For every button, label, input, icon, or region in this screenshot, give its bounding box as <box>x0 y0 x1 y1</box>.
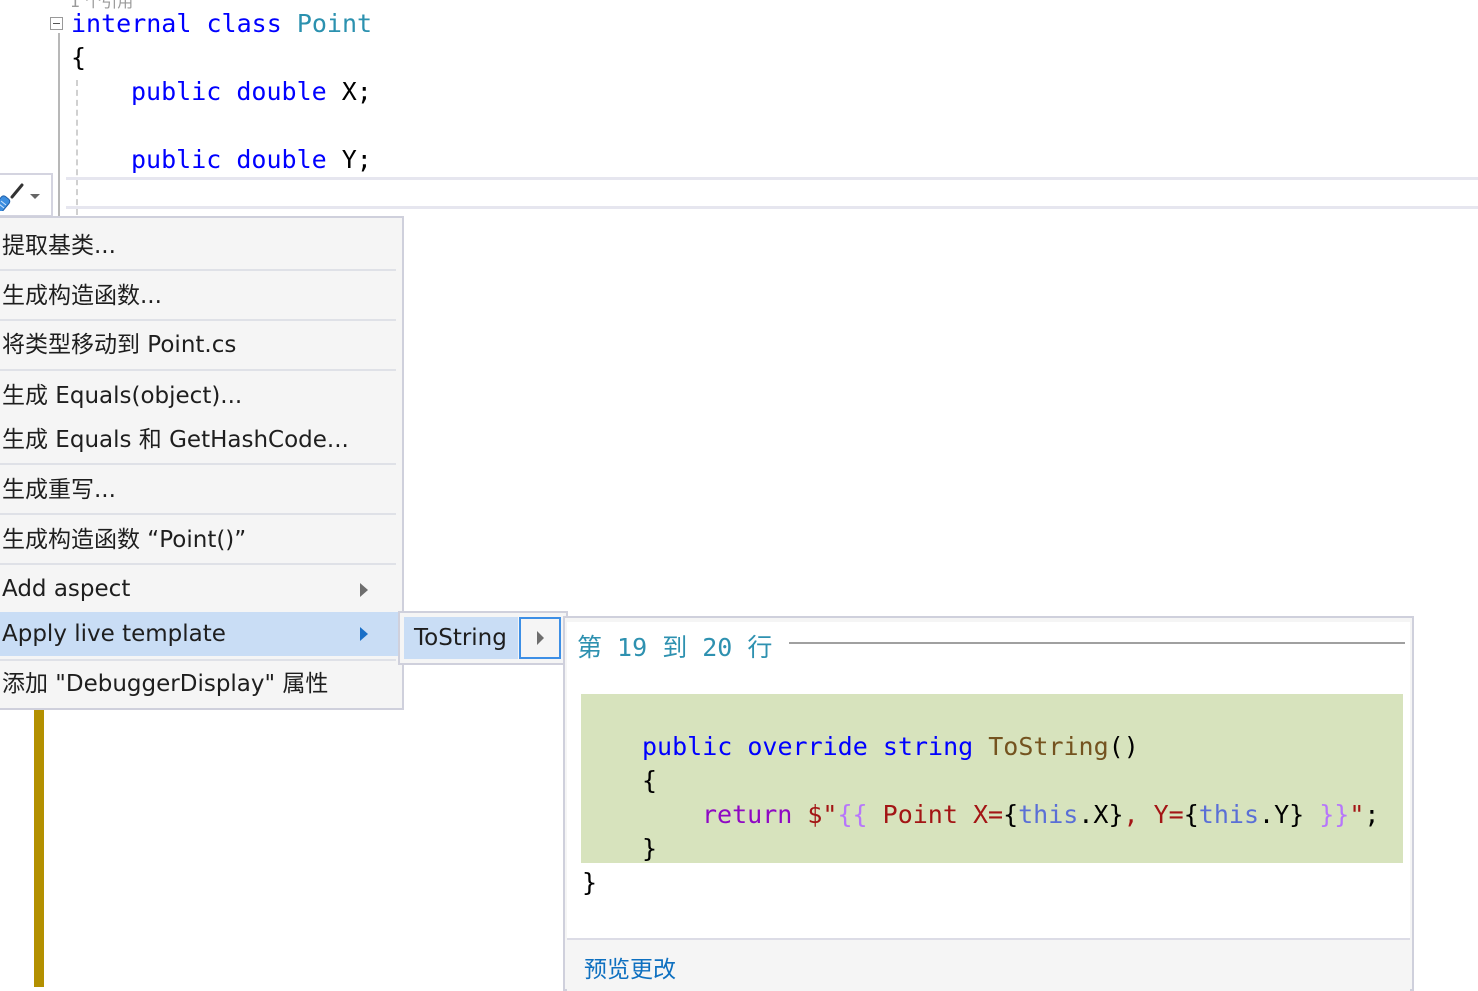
quick-actions-button[interactable] <box>0 173 53 217</box>
preview-line-range: 第 19 到 20 行 <box>577 633 773 662</box>
menu-item-label: 生成 Equals(object)... <box>2 383 243 409</box>
keyword-this: this <box>1198 800 1260 829</box>
current-line-highlight <box>66 177 1478 209</box>
expand-preview-button[interactable] <box>519 617 561 659</box>
added-code-highlight <box>581 694 1403 863</box>
method-name: ToString <box>988 732 1109 761</box>
string <box>1304 800 1319 829</box>
menu-item-generate-equals-hashcode[interactable]: 生成 Equals 和 GetHashCode... <box>0 420 400 460</box>
interp-brace: } <box>1289 800 1305 829</box>
live-template-submenu: ToString <box>398 611 568 665</box>
menu-separator <box>0 319 396 321</box>
keyword: public <box>131 145 222 174</box>
keyword: double <box>236 145 327 174</box>
menu-separator <box>0 563 396 565</box>
semicolon: ; <box>1364 800 1380 829</box>
screwdriver-icon <box>0 183 24 211</box>
keyword: override <box>747 732 868 761</box>
type-name: Point <box>296 9 373 38</box>
escape-sequence: }} <box>1319 800 1350 829</box>
preview-changes-link[interactable]: 预览更改 <box>584 950 676 984</box>
menu-item-generate-overrides[interactable]: 生成重写... <box>0 470 400 510</box>
menu-item-label: Add aspect <box>2 576 131 602</box>
menu-item-extract-base-class[interactable]: 提取基类... <box>0 226 400 266</box>
menu-item-move-type[interactable]: 将类型移动到 Point.cs <box>0 325 400 365</box>
preview-code-outer-close-brace: } <box>582 868 598 897</box>
menu-item-label: 添加 "DebuggerDisplay" 属性 <box>2 671 329 697</box>
code-line-field-x: public double X; <box>131 77 372 107</box>
keyword: return <box>702 800 793 829</box>
preview-footer: 预览更改 <box>567 938 1410 991</box>
menu-separator <box>0 659 396 661</box>
interp-brace: } <box>1108 800 1124 829</box>
preview-code-return: return $"{{ Point X={this.X}, Y={this.Y}… <box>702 798 1379 832</box>
menu-item-generate-constructor-point[interactable]: 生成构造函数 “Point()” <box>0 520 400 560</box>
keyword: double <box>236 77 327 106</box>
fold-guide <box>58 33 60 218</box>
code-line-field-y: public double Y; <box>131 145 372 175</box>
menu-item-generate-constructor[interactable]: 生成构造函数... <box>0 276 400 316</box>
menu-item-label: 生成 Equals 和 GetHashCode... <box>2 427 349 453</box>
menu-item-label: 生成重写... <box>2 477 116 503</box>
menu-item-label: 提取基类... <box>2 233 116 259</box>
member: .X <box>1078 800 1109 829</box>
menu-separator <box>0 369 396 371</box>
menu-item-apply-live-template[interactable]: Apply live template <box>0 612 400 656</box>
string: " <box>1349 800 1365 829</box>
escape-sequence: {{ <box>837 800 868 829</box>
submenu-item-label: ToString <box>414 625 507 651</box>
field-name: X; <box>341 77 372 106</box>
code-line-open-brace: { <box>71 43 87 72</box>
quick-actions-menu: 提取基类... 生成构造函数... 将类型移动到 Point.cs 生成 Equ… <box>0 216 404 710</box>
keyword: public <box>131 77 222 106</box>
member: .Y <box>1259 800 1290 829</box>
keyword: internal <box>71 9 192 38</box>
string: , Y= <box>1123 800 1184 829</box>
header-divider <box>789 642 1405 644</box>
interp-brace: { <box>1003 800 1019 829</box>
string: $" <box>807 800 838 829</box>
code-line-class-decl: internal class Point <box>71 9 372 39</box>
chevron-right-icon <box>360 627 368 641</box>
menu-item-add-aspect[interactable]: Add aspect <box>0 569 400 609</box>
preview-code-open-brace: { <box>642 766 658 795</box>
menu-item-label: 生成构造函数... <box>2 283 162 309</box>
change-tracking-bar <box>34 710 44 987</box>
menu-separator <box>0 269 396 271</box>
menu-separator <box>0 513 396 515</box>
preview-code-signature: public override string ToString() <box>642 730 1139 764</box>
collapse-icon[interactable] <box>50 17 63 30</box>
menu-separator <box>0 463 396 465</box>
parens: () <box>1108 732 1139 761</box>
preview-content: 第 19 到 20 行 public override string ToStr… <box>567 622 1410 938</box>
keyword-this: this <box>1018 800 1079 829</box>
string: Point X= <box>867 800 1004 829</box>
submenu-item-tostring[interactable]: ToString <box>404 617 518 659</box>
menu-item-label: 将类型移动到 Point.cs <box>2 332 237 358</box>
menu-item-add-debugger-display[interactable]: 添加 "DebuggerDisplay" 属性 <box>0 664 400 704</box>
preview-code-close-brace: } <box>642 834 658 863</box>
keyword: string <box>882 732 974 761</box>
menu-item-label: Apply live template <box>2 621 226 647</box>
menu-item-generate-equals[interactable]: 生成 Equals(object)... <box>0 376 400 416</box>
chevron-right-icon <box>360 583 368 597</box>
keyword: class <box>206 9 282 38</box>
field-name: Y; <box>341 145 372 174</box>
menu-item-label: 生成构造函数 “Point()” <box>2 527 247 553</box>
change-preview-panel: 第 19 到 20 行 public override string ToStr… <box>563 616 1414 991</box>
keyword: public <box>642 732 733 761</box>
chevron-down-icon[interactable] <box>30 194 40 199</box>
interp-brace: { <box>1183 800 1199 829</box>
